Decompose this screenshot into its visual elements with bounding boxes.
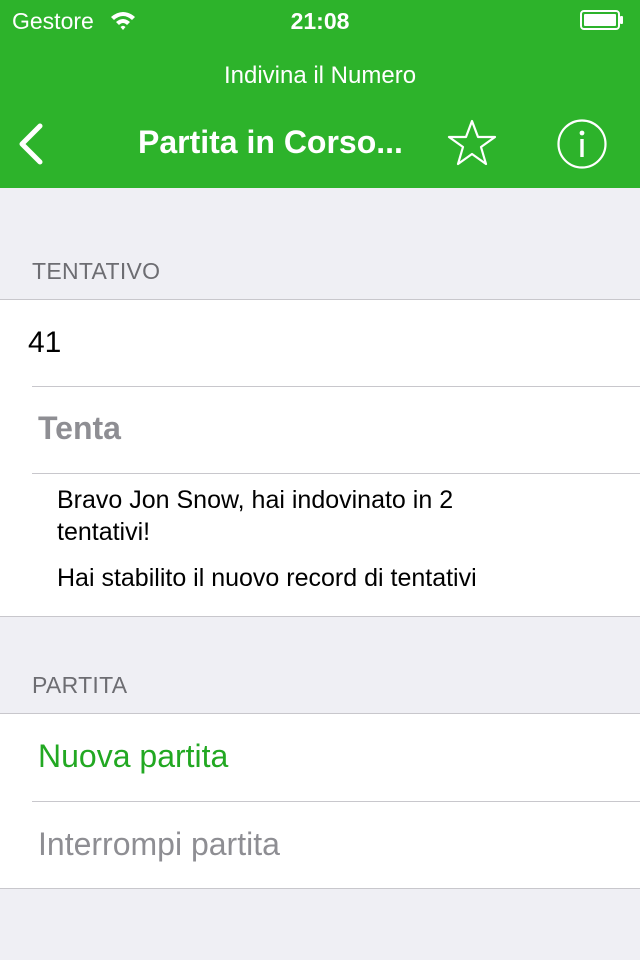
- new-game-button[interactable]: Nuova partita: [38, 738, 640, 775]
- result-message-line2: tentativi!: [57, 518, 151, 546]
- separator: [32, 386, 640, 387]
- section-header-tentativo: TENTATIVO: [32, 258, 161, 284]
- section-header-partita: PARTITA: [32, 672, 128, 698]
- info-icon[interactable]: [556, 118, 608, 170]
- try-button[interactable]: Tenta: [38, 410, 640, 447]
- separator: [32, 473, 640, 474]
- result-message-line1: Bravo Jon Snow, hai indovinato in 2: [57, 486, 454, 514]
- back-chevron-icon[interactable]: [12, 120, 52, 168]
- nav-title: Partita in Corso...: [138, 124, 403, 160]
- guess-input[interactable]: 41: [28, 326, 640, 360]
- record-message: Hai stabilito il nuovo record di tentati…: [57, 564, 477, 592]
- battery-icon: [580, 10, 623, 30]
- star-icon[interactable]: [446, 118, 498, 168]
- separator: [32, 801, 640, 802]
- status-bar: Gestore 21:08: [0, 0, 640, 40]
- game-group: Nuova partita Interrompi partita: [0, 713, 640, 889]
- app-title: Indivina il Numero: [223, 62, 417, 89]
- navigation-header: Gestore 21:08 Indivina il Numero Partita…: [0, 0, 640, 188]
- stop-game-button[interactable]: Interrompi partita: [38, 826, 640, 863]
- attempt-group: 41 Tenta Bravo Jon Snow, hai indovinato …: [0, 299, 640, 617]
- clock: 21:08: [290, 8, 350, 34]
